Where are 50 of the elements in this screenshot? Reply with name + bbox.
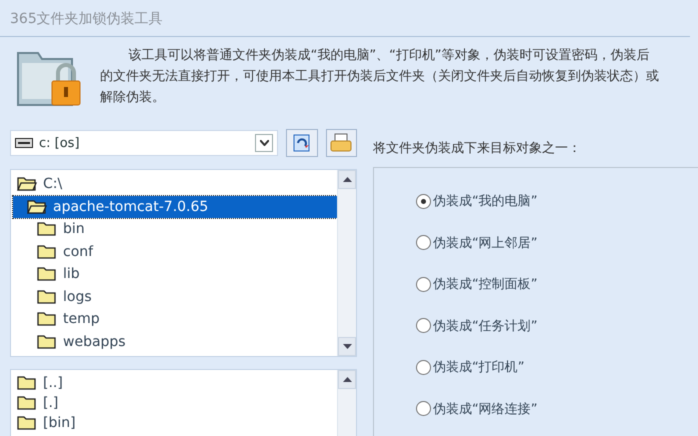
radio-icon[interactable] — [416, 318, 431, 333]
dropdown-caret-icon[interactable] — [255, 134, 274, 152]
file-list-item[interactable]: [.] — [13, 393, 58, 413]
folder-tree-item[interactable]: apache-tomcat-7.0.65 — [13, 196, 337, 218]
open-folder-icon — [17, 177, 37, 192]
disguise-radio-option[interactable]: 伪装成“网络连接” — [416, 398, 698, 420]
folder-icon — [37, 267, 57, 282]
folder-icon — [17, 416, 37, 430]
target-heading: 将文件夹伪装成下来目标对象之一： — [373, 140, 582, 157]
description-text: 该工具可以将普通文件夹伪装成“我的电脑”、“打印机”等对象，伪装时可设置密码，伪装后的文件夹无法直接打开，可使用本工具打开伪装后文件夹（关闭文件夹后自动恢复到伪装状态）或解除伪装。 — [100, 46, 660, 107]
radio-icon[interactable] — [416, 401, 431, 416]
file-list-item[interactable]: [..] — [13, 373, 63, 393]
folder-tree-item[interactable]: C:\ — [13, 173, 62, 196]
folder-icon — [37, 334, 57, 349]
scroll-up-icon[interactable] — [342, 177, 352, 182]
folder-icon — [37, 312, 57, 326]
radio-icon[interactable] — [416, 276, 431, 292]
folder-tree-item[interactable]: webapps — [13, 330, 126, 353]
drive-icon — [15, 138, 33, 148]
disguise-radio-option[interactable]: 伪装成“任务计划” — [416, 314, 698, 336]
window-title: 365文件夹加锁伪装工具 — [0, 0, 690, 37]
disguise-radio-option[interactable]: 伪装成“打印机” — [416, 356, 698, 378]
folder-tree-item[interactable]: conf — [13, 240, 94, 263]
printer-icon — [330, 133, 352, 153]
refresh-button[interactable] — [286, 129, 318, 157]
scrollbar[interactable] — [337, 170, 356, 356]
disguise-radio-option[interactable]: 伪装成“我的电脑” — [416, 190, 698, 212]
radio-icon[interactable] — [416, 360, 431, 374]
drive-value: c: [os] — [39, 136, 80, 150]
folder-icon — [17, 396, 37, 410]
folder-tree-item[interactable]: lib — [13, 263, 80, 286]
folder-tree-item[interactable]: bin — [13, 218, 85, 240]
refresh-icon — [292, 133, 312, 153]
folder-tree-item[interactable]: logs — [13, 286, 92, 308]
radio-icon[interactable] — [416, 194, 431, 208]
drive-dropdown[interactable]: c: [os] — [10, 130, 278, 156]
open-folder-icon — [27, 200, 47, 214]
radio-icon[interactable] — [416, 235, 431, 250]
print-button[interactable] — [326, 129, 358, 157]
scrollbar[interactable] — [337, 370, 356, 436]
scroll-down-icon[interactable] — [342, 344, 352, 349]
disguise-radio-option[interactable]: 伪装成“网上邻居” — [416, 232, 698, 254]
file-list-item[interactable]: [bin] — [13, 413, 76, 433]
folder-icon — [37, 290, 57, 304]
scroll-up-icon[interactable] — [342, 377, 352, 382]
disguise-radio-option[interactable]: 伪装成“控制面板” — [416, 273, 698, 295]
folder-tree-item[interactable]: temp — [13, 308, 100, 330]
folder-icon — [37, 244, 57, 259]
folder-icon — [17, 376, 37, 390]
folder-icon — [37, 222, 57, 236]
